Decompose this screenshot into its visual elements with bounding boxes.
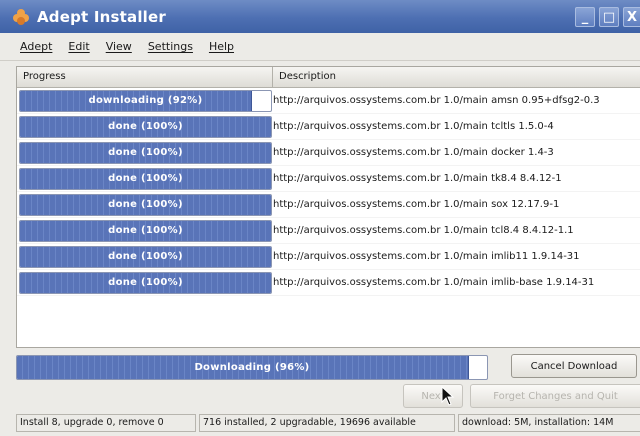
row-progress-cell: done (100%): [17, 192, 273, 217]
maximize-button[interactable]: □: [599, 7, 619, 27]
row-progress-cell: done (100%): [17, 244, 273, 269]
package-list[interactable]: Progress Description downloading (92%) ht…: [16, 66, 640, 348]
row-progress-cell: done (100%): [17, 114, 273, 139]
mouse-pointer-icon: [441, 386, 455, 406]
list-rows: downloading (92%) http://arquivos.ossyste…: [17, 88, 640, 296]
status-bar: Install 8, upgrade 0, remove 0 716 insta…: [16, 414, 640, 432]
row-progress-bar: done (100%): [19, 167, 272, 190]
close-button[interactable]: X: [623, 7, 640, 27]
menu-help[interactable]: Help: [209, 40, 234, 53]
status-counts: 716 installed, 2 upgradable, 19696 avail…: [199, 414, 455, 432]
window-controls: _ □ X: [575, 7, 640, 27]
window-title: Adept Installer: [37, 7, 166, 26]
row-progress-label: done (100%): [108, 121, 183, 132]
overall-progress-label: Downloading (96%): [194, 362, 310, 373]
row-description: http://arquivos.ossystems.com.br 1.0/mai…: [273, 225, 574, 236]
row-description: http://arquivos.ossystems.com.br 1.0/mai…: [273, 147, 554, 158]
row-description: http://arquivos.ossystems.com.br 1.0/mai…: [273, 199, 560, 210]
cancel-download-button[interactable]: Cancel Download: [511, 354, 637, 378]
list-header: Progress Description: [17, 67, 640, 88]
table-row[interactable]: done (100%) http://arquivos.ossystems.com…: [17, 166, 640, 192]
overall-progress-bar: Downloading (96%): [16, 355, 488, 380]
row-progress-label: done (100%): [108, 199, 183, 210]
adept-installer-window: Adept Installer _ □ X Adept Edit View Se…: [0, 0, 640, 436]
forget-changes-button[interactable]: Forget Changes and Quit: [470, 384, 640, 408]
menu-settings[interactable]: Settings: [148, 40, 193, 53]
forget-changes-label: Forget Changes and Quit: [493, 390, 618, 402]
row-progress-cell: done (100%): [17, 270, 273, 295]
header-progress[interactable]: Progress: [17, 67, 273, 87]
cancel-download-label: Cancel Download: [530, 360, 618, 372]
row-description: http://arquivos.ossystems.com.br 1.0/mai…: [273, 95, 600, 106]
row-progress-bar: done (100%): [19, 193, 272, 216]
minimize-button[interactable]: _: [575, 7, 595, 27]
row-description: http://arquivos.ossystems.com.br 1.0/mai…: [273, 121, 554, 132]
row-progress-bar: done (100%): [19, 271, 272, 294]
status-summary: Install 8, upgrade 0, remove 0: [16, 414, 196, 432]
menu-edit[interactable]: Edit: [68, 40, 89, 53]
row-progress-label: done (100%): [108, 225, 183, 236]
table-row[interactable]: done (100%) http://arquivos.ossystems.com…: [17, 192, 640, 218]
row-progress-bar: done (100%): [19, 141, 272, 164]
row-progress-label: done (100%): [108, 251, 183, 262]
row-progress-cell: downloading (92%): [17, 88, 273, 113]
menu-adept[interactable]: Adept: [20, 40, 52, 53]
table-row[interactable]: done (100%) http://arquivos.ossystems.com…: [17, 140, 640, 166]
row-progress-label: downloading (92%): [88, 95, 203, 106]
row-progress-cell: done (100%): [17, 140, 273, 165]
table-row[interactable]: done (100%) http://arquivos.ossystems.com…: [17, 218, 640, 244]
row-progress-bar: done (100%): [19, 245, 272, 268]
adept-app-icon: [13, 8, 29, 25]
row-progress-cell: done (100%): [17, 218, 273, 243]
row-description: http://arquivos.ossystems.com.br 1.0/mai…: [273, 277, 595, 288]
row-progress-label: done (100%): [108, 173, 183, 184]
row-progress-bar: downloading (92%): [19, 89, 272, 112]
status-sizes: download: 5M, installation: 14M: [458, 414, 640, 432]
row-progress-bar: done (100%): [19, 115, 272, 138]
row-progress-cell: done (100%): [17, 166, 273, 191]
title-bar[interactable]: Adept Installer _ □ X: [0, 0, 640, 33]
row-progress-label: done (100%): [108, 277, 183, 288]
header-description[interactable]: Description: [273, 67, 640, 87]
table-row[interactable]: done (100%) http://arquivos.ossystems.com…: [17, 114, 640, 140]
table-row[interactable]: downloading (92%) http://arquivos.ossyste…: [17, 88, 640, 114]
table-row[interactable]: done (100%) http://arquivos.ossystems.com…: [17, 244, 640, 270]
row-progress-label: done (100%): [108, 147, 183, 158]
menu-bar: Adept Edit View Settings Help: [0, 33, 640, 61]
menu-view[interactable]: View: [106, 40, 132, 53]
row-description: http://arquivos.ossystems.com.br 1.0/mai…: [273, 251, 580, 262]
table-row[interactable]: done (100%) http://arquivos.ossystems.com…: [17, 270, 640, 296]
row-progress-bar: done (100%): [19, 219, 272, 242]
row-description: http://arquivos.ossystems.com.br 1.0/mai…: [273, 173, 562, 184]
